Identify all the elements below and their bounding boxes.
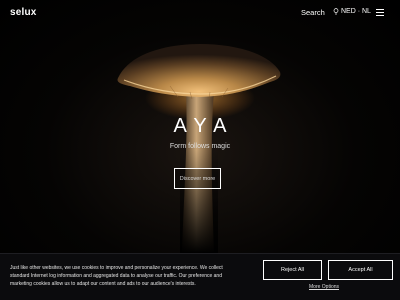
hamburger-icon[interactable] xyxy=(376,9,384,16)
hero-subtitle: Form follows magic xyxy=(169,143,231,150)
more-options-link[interactable]: More Options xyxy=(309,284,339,290)
selux-logo[interactable]: selux xyxy=(10,7,37,18)
pin-icon xyxy=(333,8,339,15)
reject-all-button[interactable]: Reject All xyxy=(263,260,322,280)
language-selector[interactable]: NED · NL xyxy=(333,8,371,15)
hero-section: selux Search NED · NL AYA Form follows m… xyxy=(0,0,400,253)
hero-title: AYA xyxy=(173,115,235,137)
search-link[interactable]: Search xyxy=(301,8,325,17)
language-label: NED · NL xyxy=(341,8,371,15)
accept-all-button[interactable]: Accept All xyxy=(328,260,393,280)
cookie-banner: Just like other websites, we use cookies… xyxy=(0,253,400,300)
discover-more-button[interactable]: Discover more xyxy=(174,168,221,189)
top-navigation: selux Search NED · NL xyxy=(0,0,400,28)
cookie-notice-text: Just like other websites, we use cookies… xyxy=(10,265,223,287)
